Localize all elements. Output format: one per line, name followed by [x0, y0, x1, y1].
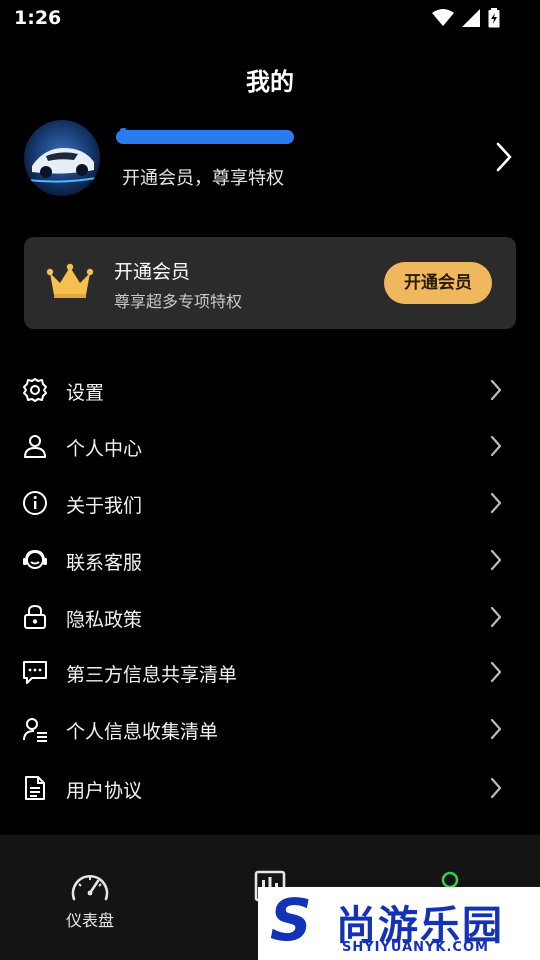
lock-icon	[24, 604, 46, 629]
customer-service-icon	[23, 549, 47, 569]
dashboard-icon	[71, 875, 109, 901]
watermark-logo: S 尚游乐园 SHYIYUANYK.COM	[258, 887, 540, 960]
vip-subtitle: 尊享超多专项特权	[114, 292, 243, 311]
menu-label: 用户协议	[66, 780, 143, 802]
menu-item-third-party-sharing[interactable]: 第三方信息共享清单	[0, 644, 540, 700]
menu-label: 个人中心	[66, 438, 143, 460]
username-masked: 1	[116, 124, 294, 148]
chevron-right-icon	[490, 606, 502, 628]
avatar[interactable]	[24, 120, 100, 196]
wifi-icon	[432, 9, 454, 26]
menu-item-privacy-policy[interactable]: 隐私政策	[0, 589, 540, 645]
tab-dashboard[interactable]: 仪表盘	[0, 835, 180, 960]
document-icon	[25, 776, 45, 800]
menu-item-about-us[interactable]: 关于我们	[0, 475, 540, 531]
signal-icon	[462, 9, 480, 27]
chevron-right-icon[interactable]	[496, 142, 512, 172]
menu-item-customer-service[interactable]: 联系客服	[0, 532, 540, 588]
status-bar: 1:26	[0, 0, 540, 36]
username-redaction	[116, 130, 294, 144]
chevron-right-icon	[490, 435, 502, 457]
open-membership-button[interactable]: 开通会员	[384, 262, 492, 304]
menu-label: 第三方信息共享清单	[66, 664, 238, 686]
menu-item-settings[interactable]: 设置	[0, 362, 540, 418]
profile-row[interactable]: 1 开通会员，尊享特权	[0, 118, 540, 198]
status-icons	[432, 8, 500, 28]
chevron-right-icon	[490, 718, 502, 740]
member-hint: 开通会员，尊享特权	[122, 168, 284, 189]
chevron-right-icon	[490, 549, 502, 571]
menu-label: 联系客服	[66, 552, 143, 574]
menu-label: 隐私政策	[66, 609, 143, 631]
menu-label: 个人信息收集清单	[66, 721, 219, 743]
info-icon	[23, 491, 47, 515]
menu-item-personal-info-collection[interactable]: 个人信息收集清单	[0, 701, 540, 757]
vip-title: 开通会员	[114, 261, 191, 283]
message-icon	[23, 661, 47, 684]
user-list-icon	[23, 718, 47, 742]
vip-card[interactable]: 开通会员 尊享超多专项特权 开通会员	[24, 237, 516, 329]
chevron-right-icon	[490, 379, 502, 401]
chevron-right-icon	[490, 661, 502, 683]
chevron-right-icon	[490, 777, 502, 799]
user-icon	[24, 435, 46, 458]
battery-icon	[488, 8, 500, 28]
menu-label: 设置	[66, 382, 105, 404]
crown-icon	[46, 263, 94, 298]
watermark-letter: S	[270, 886, 312, 954]
settings-icon	[23, 378, 47, 402]
chevron-right-icon	[490, 492, 502, 514]
menu-item-user-agreement[interactable]: 用户协议	[0, 760, 540, 816]
page-title: 我的	[246, 68, 294, 96]
menu-label: 关于我们	[66, 495, 143, 517]
tab-label: 仪表盘	[65, 911, 114, 930]
status-time: 1:26	[14, 7, 62, 29]
menu-item-personal-center[interactable]: 个人中心	[0, 418, 540, 474]
watermark-url: SHYIYUANYK.COM	[342, 940, 489, 955]
